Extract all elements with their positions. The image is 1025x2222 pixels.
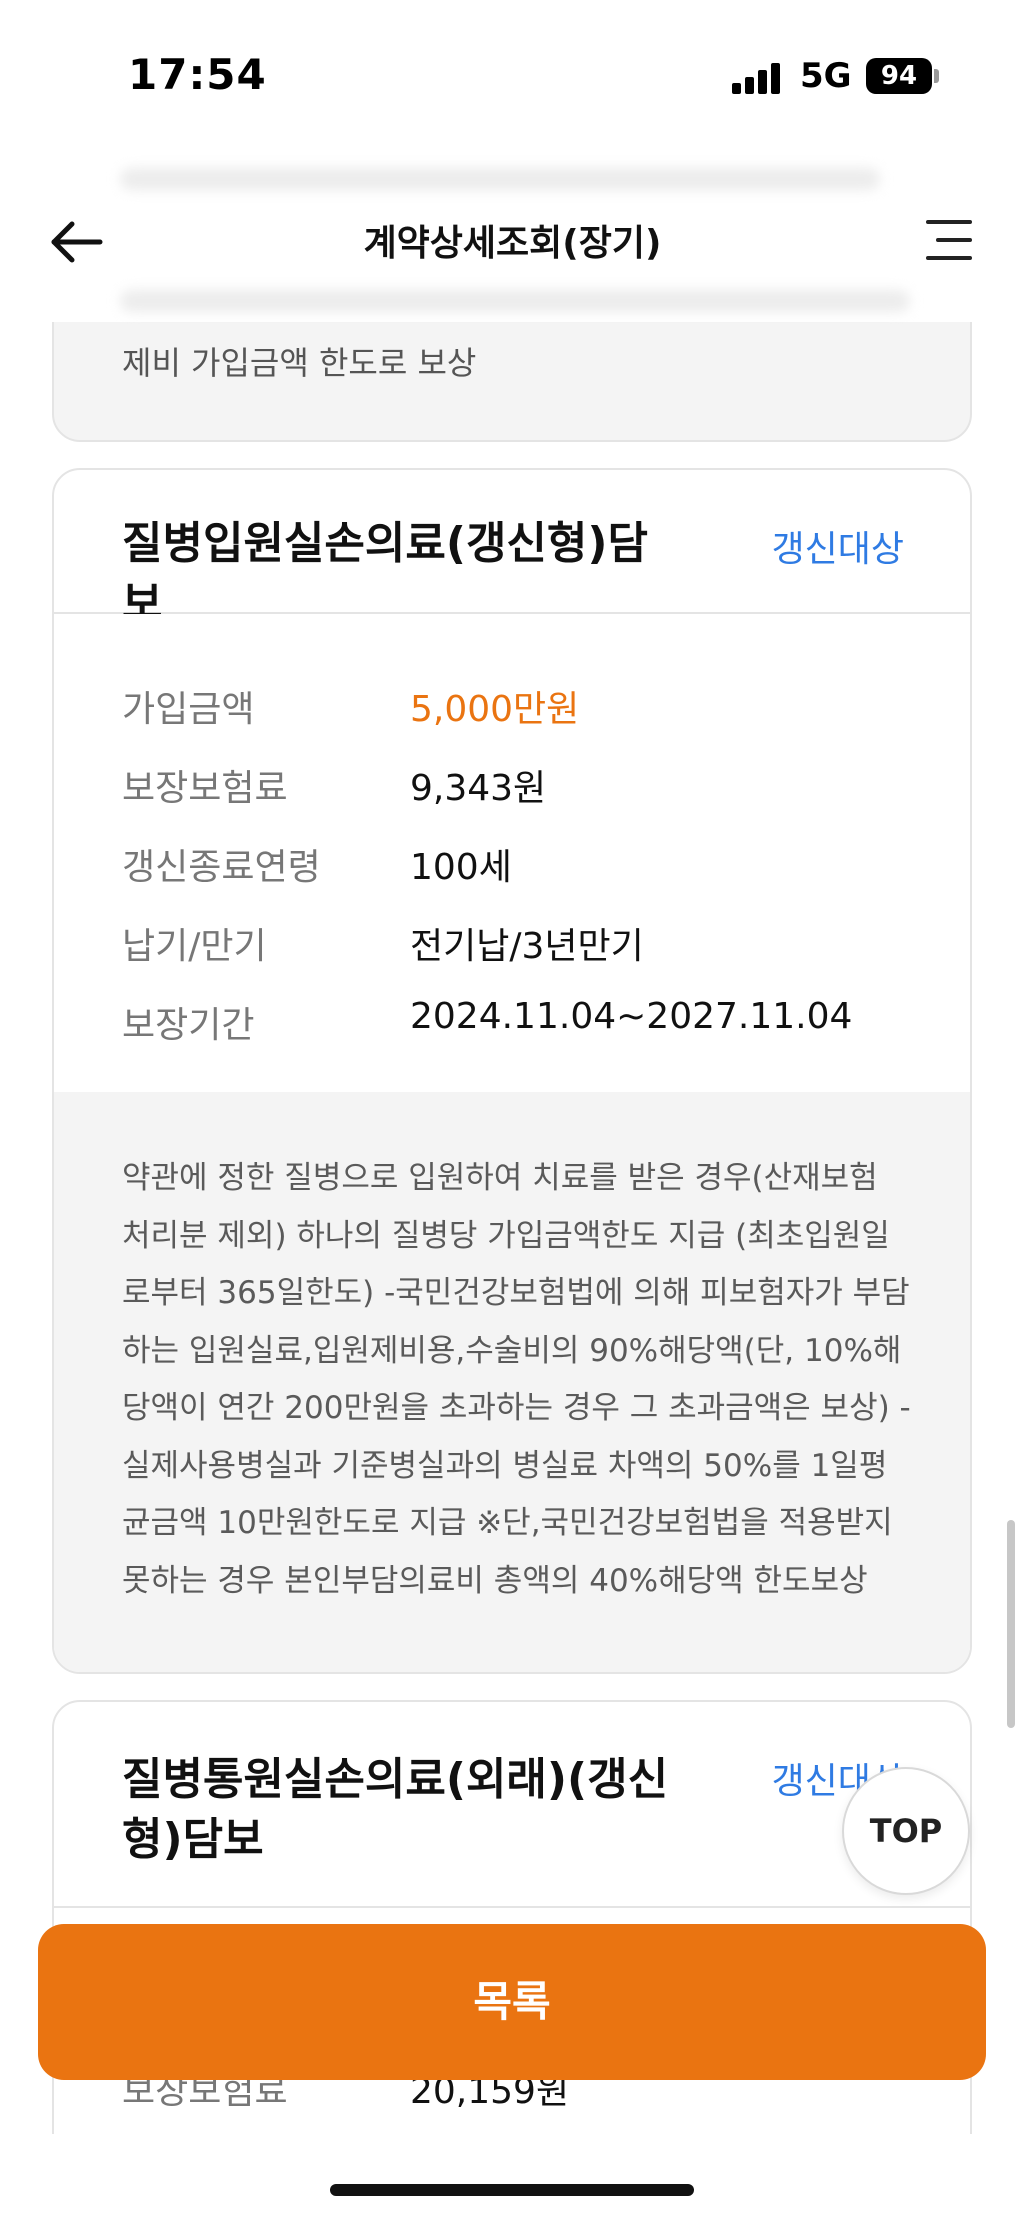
header: 계약상세조회(장기) <box>0 150 1025 322</box>
coverage-card: 질병입원실손의료(갱신형)담보 갱신대상 가입금액 5,000만원 보장보험료 … <box>52 468 972 1674</box>
detail-value: 100세 <box>410 847 512 888</box>
signal-icon <box>732 62 782 94</box>
page-title: 계약상세조회(장기) <box>363 223 662 264</box>
coverage-card-header: 질병입원실손의료(갱신형)담보 갱신대상 <box>54 470 970 629</box>
detail-value: 5,000만원 <box>410 689 580 730</box>
network-label: 5G <box>800 56 852 96</box>
coverage-title: 질병통원실손의료(외래)(갱신형)담보 <box>122 1754 669 1865</box>
scroll-top-button[interactable]: TOP <box>842 1767 970 1895</box>
coverage-details: 가입금액 5,000만원 보장보험료 9,343원 갱신종료연령 100세 납기… <box>54 614 970 1092</box>
bottom-safe-area <box>0 2134 1025 2222</box>
detail-row-premium: 보장보험료 9,343원 <box>122 759 922 809</box>
detail-value: 전기납/3년만기 <box>410 926 644 967</box>
previous-coverage-text: 제비 가입금액 한도로 보상 <box>122 344 477 382</box>
detail-row-coverage-period: 보장기간 2024.11.04~2027.11.04 <box>122 996 922 1046</box>
status-time: 17:54 <box>128 50 267 99</box>
home-indicator[interactable] <box>330 2184 694 2196</box>
detail-row-subscription-amount: 가입금액 5,000만원 <box>122 680 922 730</box>
detail-label: 보장보험료 <box>122 768 288 809</box>
status-bar: 17:54 5G 94 <box>0 0 1025 150</box>
battery-tip <box>934 69 939 83</box>
detail-label: 갱신종료연령 <box>122 847 321 888</box>
coverage-description-box: 약관에 정한 질병으로 입원하여 치료를 받은 경우(산재보험 처리분 제외) … <box>54 1092 970 1672</box>
coverage-card-header: 질병통원실손의료(외래)(갱신형)담보 갱신대상 <box>54 1702 970 1908</box>
screen: 17:54 5G 94 계약상세조회(장기) 제비 가입금액 한도로 보상 질병… <box>0 0 1025 2222</box>
detail-label: 보장기간 <box>122 1005 255 1046</box>
detail-value: 2024.11.04~2027.11.04 <box>410 996 853 1037</box>
detail-row-payment-maturity: 납기/만기 전기납/3년만기 <box>122 917 922 967</box>
detail-label: 가입금액 <box>122 689 255 730</box>
coverage-description: 약관에 정한 질병으로 입원하여 치료를 받은 경우(산재보험 처리분 제외) … <box>122 1160 911 1599</box>
detail-label: 납기/만기 <box>122 926 267 967</box>
detail-row-renewal-end-age: 갱신종료연령 100세 <box>122 838 922 888</box>
renewal-target-link[interactable]: 갱신대상 <box>772 520 904 572</box>
blurred-content <box>120 290 910 312</box>
battery-icon: 94 <box>866 58 932 94</box>
detail-value: 9,343원 <box>410 768 547 809</box>
scrollbar[interactable] <box>1007 1520 1015 1728</box>
menu-icon[interactable] <box>922 216 972 266</box>
blurred-content <box>120 168 880 190</box>
list-button[interactable]: 목록 <box>38 1924 986 2080</box>
